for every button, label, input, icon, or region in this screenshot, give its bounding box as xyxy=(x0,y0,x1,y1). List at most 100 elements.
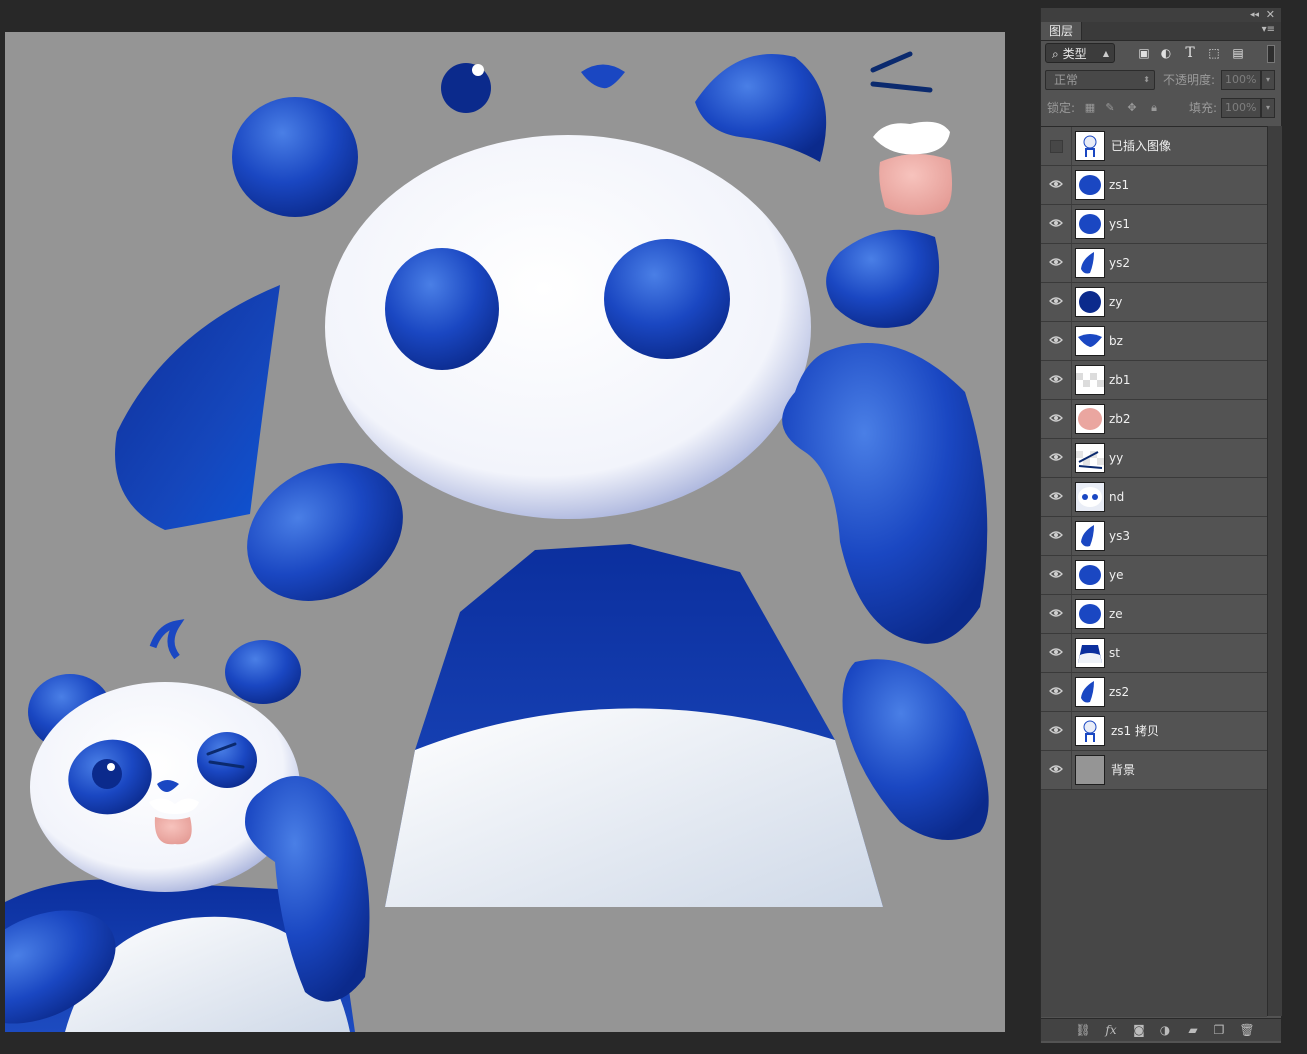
layer-row[interactable]: yy xyxy=(1041,439,1267,478)
layer-name[interactable]: zb1 xyxy=(1109,361,1131,399)
lock-position-icon[interactable]: ✥ xyxy=(1125,100,1139,116)
layer-name[interactable]: ys3 xyxy=(1109,517,1130,555)
visibility-toggle[interactable] xyxy=(1041,322,1072,360)
visibility-toggle[interactable] xyxy=(1041,205,1072,243)
layer-thumbnail[interactable] xyxy=(1075,404,1105,434)
fill-dropdown-icon[interactable]: ▾ xyxy=(1261,98,1275,118)
layer-thumbnail[interactable] xyxy=(1075,755,1105,785)
collapse-icon[interactable]: ◂◂ xyxy=(1250,10,1259,20)
layer-thumbnail[interactable] xyxy=(1075,482,1105,512)
layer-thumbnail[interactable] xyxy=(1075,521,1105,551)
close-icon[interactable]: ✕ xyxy=(1266,8,1275,21)
smart-object-filter-icon[interactable]: ▤ xyxy=(1231,46,1245,60)
chevron-down-icon: ⬍ xyxy=(1143,75,1150,84)
fx-icon[interactable]: fx xyxy=(1103,1022,1119,1038)
layer-name[interactable]: zb2 xyxy=(1109,400,1131,438)
layer-row[interactable]: nd xyxy=(1041,478,1267,517)
layer-row[interactable]: zs1 xyxy=(1041,166,1267,205)
layer-name[interactable]: zs2 xyxy=(1109,673,1129,711)
artboard-canvas[interactable] xyxy=(5,32,1005,1032)
opacity-dropdown-icon[interactable]: ▾ xyxy=(1261,70,1275,90)
layer-thumbnail[interactable] xyxy=(1075,131,1105,161)
layer-thumbnail[interactable] xyxy=(1075,209,1105,239)
visibility-toggle[interactable] xyxy=(1041,556,1072,594)
layer-thumbnail[interactable] xyxy=(1075,365,1105,395)
layer-row[interactable]: zb1 xyxy=(1041,361,1267,400)
layer-name[interactable]: zs1 xyxy=(1109,166,1129,204)
adjustment-layer-icon[interactable]: ◑ xyxy=(1157,1022,1173,1038)
layer-thumbnail[interactable] xyxy=(1075,326,1105,356)
layer-thumbnail[interactable] xyxy=(1075,560,1105,590)
visibility-toggle[interactable] xyxy=(1041,361,1072,399)
lock-all-icon[interactable]: 🔒︎ xyxy=(1147,100,1161,116)
layer-name[interactable]: st xyxy=(1109,634,1120,672)
layer-name[interactable]: 已插入图像 xyxy=(1111,127,1171,165)
lock-transparent-icon[interactable]: ▦ xyxy=(1083,100,1097,116)
layer-thumbnail[interactable] xyxy=(1075,248,1105,278)
visibility-toggle[interactable] xyxy=(1041,517,1072,555)
shape-filter-icon[interactable]: ⬚ xyxy=(1207,46,1221,60)
visibility-toggle[interactable] xyxy=(1041,478,1072,516)
layer-row[interactable]: ys2 xyxy=(1041,244,1267,283)
opacity-input[interactable]: 100% xyxy=(1221,70,1261,90)
layer-name[interactable]: nd xyxy=(1109,478,1124,516)
layers-scrollbar[interactable] xyxy=(1267,126,1282,1016)
filter-toggle-switch[interactable] xyxy=(1267,45,1275,63)
layer-row[interactable]: zs2 xyxy=(1041,673,1267,712)
layer-name[interactable]: 背景 xyxy=(1111,751,1135,789)
layer-row[interactable]: zs1 拷贝 xyxy=(1041,712,1267,751)
group-folder-icon[interactable]: ▰ xyxy=(1185,1022,1201,1038)
link-layers-icon[interactable]: ⛓︎ xyxy=(1075,1022,1091,1038)
layer-name[interactable]: ze xyxy=(1109,595,1123,633)
visibility-toggle[interactable] xyxy=(1041,712,1072,750)
layer-name[interactable]: bz xyxy=(1109,322,1123,360)
layer-row[interactable]: zy xyxy=(1041,283,1267,322)
layer-name[interactable]: ys1 xyxy=(1109,205,1130,243)
visibility-toggle[interactable] xyxy=(1041,244,1072,282)
layer-row[interactable]: ze xyxy=(1041,595,1267,634)
adjustment-filter-icon[interactable]: ◐ xyxy=(1159,46,1173,60)
visibility-toggle[interactable] xyxy=(1041,634,1072,672)
layer-thumbnail[interactable] xyxy=(1075,170,1105,200)
layer-thumbnail[interactable] xyxy=(1075,599,1105,629)
layer-name[interactable]: zs1 拷贝 xyxy=(1111,712,1159,750)
layer-row[interactable]: bz xyxy=(1041,322,1267,361)
layer-row[interactable]: ys3 xyxy=(1041,517,1267,556)
muzzle-shape xyxy=(873,121,950,155)
layer-name[interactable]: ys2 xyxy=(1109,244,1130,282)
visibility-toggle[interactable] xyxy=(1041,751,1072,789)
layer-thumbnail[interactable] xyxy=(1075,716,1105,746)
image-filter-icon[interactable]: ▣ xyxy=(1137,46,1151,60)
visibility-toggle[interactable] xyxy=(1041,673,1072,711)
type-filter-icon[interactable]: T xyxy=(1183,46,1197,60)
fill-input[interactable]: 100% xyxy=(1221,98,1261,118)
layer-thumbnail[interactable] xyxy=(1075,638,1105,668)
visibility-toggle[interactable] xyxy=(1041,283,1072,321)
tab-layers[interactable]: 图层 xyxy=(1041,22,1083,40)
layer-name[interactable]: ye xyxy=(1109,556,1123,594)
layer-row[interactable]: 背景 xyxy=(1041,751,1267,790)
blend-mode-select[interactable]: 正常 ⬍ xyxy=(1045,70,1155,90)
document-window xyxy=(0,0,1040,1054)
visibility-toggle[interactable] xyxy=(1041,127,1072,165)
lock-paint-icon[interactable]: ✎ xyxy=(1103,100,1117,116)
layer-thumbnail[interactable] xyxy=(1075,287,1105,317)
layer-row[interactable]: ye xyxy=(1041,556,1267,595)
visibility-toggle[interactable] xyxy=(1041,439,1072,477)
visibility-toggle[interactable] xyxy=(1041,595,1072,633)
layer-name[interactable]: zy xyxy=(1109,283,1122,321)
visibility-toggle[interactable] xyxy=(1041,166,1072,204)
layer-thumbnail[interactable] xyxy=(1075,677,1105,707)
layer-row[interactable]: ys1 xyxy=(1041,205,1267,244)
panel-menu-icon[interactable]: ▾≡ xyxy=(1262,24,1275,35)
visibility-toggle[interactable] xyxy=(1041,400,1072,438)
layer-row[interactable]: zb2 xyxy=(1041,400,1267,439)
filter-kind-select[interactable]: ⌕ 类型 ▲ xyxy=(1045,43,1115,63)
layer-thumbnail[interactable] xyxy=(1075,443,1105,473)
layer-row[interactable]: st xyxy=(1041,634,1267,673)
layer-name[interactable]: yy xyxy=(1109,439,1123,477)
mask-icon[interactable]: ◙ xyxy=(1131,1022,1147,1038)
trash-icon[interactable]: 🗑︎ xyxy=(1239,1022,1255,1038)
new-layer-icon[interactable]: ❐ xyxy=(1211,1022,1227,1038)
layer-row[interactable]: 已插入图像 xyxy=(1041,127,1267,166)
